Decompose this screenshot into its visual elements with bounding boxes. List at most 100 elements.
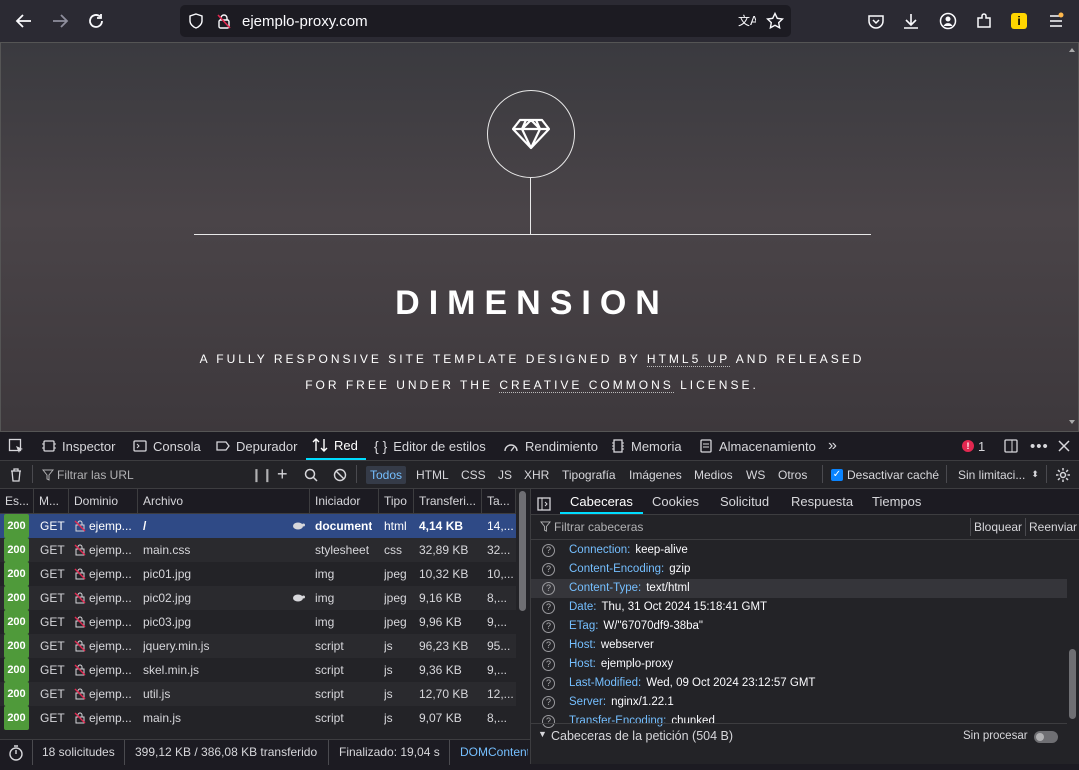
error-counter[interactable]: ! 1 (962, 432, 985, 460)
table-row[interactable]: 200 GET ejemp... skel.min.js script js 9,36 KB… (0, 658, 516, 682)
trash-icon[interactable] (9, 461, 23, 488)
header-row[interactable]: ? ETag: W/"67070df9-38ba" (531, 617, 1067, 636)
block-button[interactable]: Bloquear (974, 520, 1022, 534)
throttling-select[interactable]: Sin limitaci... ⬍ (958, 461, 1039, 488)
table-row[interactable]: 200 GET ejemp... pic01.jpg img jpeg 10,32 KB 10… (0, 562, 516, 586)
table-row[interactable]: 200 GET ejemp... main.css stylesheet css 32,89… (0, 538, 516, 562)
more-tabs-chevron-icon[interactable]: » (828, 432, 837, 460)
close-icon[interactable] (1058, 432, 1070, 460)
help-icon[interactable]: ? (542, 620, 555, 633)
menu-icon[interactable] (1045, 10, 1067, 32)
column-size[interactable]: Ta... (482, 489, 516, 513)
resend-button[interactable]: Reenviar (1029, 520, 1077, 534)
pause-icon[interactable]: ❙❙ (251, 461, 273, 488)
help-icon[interactable]: ? (542, 544, 555, 557)
extension-badge-icon[interactable]: i (1008, 10, 1030, 32)
help-icon[interactable]: ? (542, 677, 555, 690)
help-icon[interactable]: ? (542, 696, 555, 709)
pocket-icon[interactable] (865, 10, 887, 32)
tab-performance[interactable]: Rendimiento (503, 432, 598, 460)
more-options-icon[interactable]: ••• (1030, 432, 1049, 460)
block-requests-icon[interactable] (333, 461, 347, 488)
url-filter-input[interactable]: Filtrar las URL (57, 461, 134, 488)
column-method[interactable]: M... (34, 489, 69, 513)
headers-scrollbar[interactable] (1069, 649, 1076, 719)
help-icon[interactable]: ? (542, 639, 555, 652)
reload-icon[interactable] (84, 9, 108, 33)
type-filter-js[interactable]: JS (494, 466, 516, 484)
type-filter-other[interactable]: Otros (774, 466, 811, 484)
toggle-sidebar-icon[interactable] (537, 494, 551, 511)
extensions-icon[interactable] (973, 10, 995, 32)
disable-cache-checkbox[interactable]: ✓ Desactivar caché (831, 461, 939, 488)
tab-headers[interactable]: Cabeceras (560, 489, 643, 514)
headers-filter-input[interactable]: Filtrar cabeceras (554, 520, 643, 534)
header-row[interactable]: ? Host: webserver (531, 636, 1067, 655)
header-row[interactable]: ? Content-Type: text/html (531, 579, 1067, 598)
type-filter-ws[interactable]: WS (742, 466, 769, 484)
header-row[interactable]: ? Host: ejemplo-proxy (531, 655, 1067, 674)
help-icon[interactable]: ? (542, 582, 555, 595)
element-picker-icon[interactable] (8, 432, 24, 460)
tab-memory[interactable]: Memoria (611, 432, 682, 460)
table-row[interactable]: 200 GET ejemp... util.js script js 12,70 KB 12,… (0, 682, 516, 706)
tab-cookies[interactable]: Cookies (652, 489, 699, 514)
type-filter-html[interactable]: HTML (412, 466, 453, 484)
creative-commons-link[interactable]: CREATIVE COMMONS (499, 378, 674, 393)
column-file[interactable]: Archivo (138, 489, 310, 513)
back-arrow-icon[interactable] (12, 9, 36, 33)
gear-icon[interactable] (1055, 461, 1071, 488)
html5up-link[interactable]: HTML5 UP (646, 352, 731, 367)
url-bar[interactable]: ejemplo-proxy.com 文A (180, 5, 791, 37)
header-row[interactable]: ? Date: Thu, 31 Oct 2024 15:18:41 GMT (531, 598, 1067, 617)
table-row[interactable]: 200 GET ejemp... / document html 4,14 KB 14,... (0, 514, 516, 538)
tab-style-editor[interactable]: { } Editor de estilos (374, 432, 486, 460)
type-filter-fonts[interactable]: Tipografía (558, 466, 620, 484)
performance-analysis-icon[interactable] (8, 740, 24, 765)
header-row[interactable]: ? Last-Modified: Wed, 09 Oct 2024 23:12:57… (531, 674, 1067, 693)
raw-toggle-switch[interactable] (1034, 731, 1058, 743)
type-filter-all[interactable]: Todos (366, 466, 407, 484)
tab-network[interactable]: Red (306, 432, 366, 460)
request-headers-section[interactable]: ▼ Cabeceras de la petición (504 B) Sin p… (531, 723, 1067, 748)
column-domain[interactable]: Dominio (69, 489, 138, 513)
column-status[interactable]: Es... (0, 489, 34, 513)
table-scrollbar[interactable] (519, 491, 526, 611)
dock-side-icon[interactable] (1004, 432, 1018, 460)
header-row[interactable]: ? Content-Encoding: gzip (531, 560, 1067, 579)
bookmark-star-icon[interactable] (765, 11, 785, 35)
column-type[interactable]: Tipo (379, 489, 414, 513)
tab-request[interactable]: Solicitud (720, 489, 769, 514)
help-icon[interactable]: ? (542, 601, 555, 614)
account-icon[interactable] (937, 10, 959, 32)
tab-debugger[interactable]: Depurador (216, 432, 297, 460)
page-scrollbar[interactable] (1068, 46, 1076, 428)
table-row[interactable]: 200 GET ejemp... pic02.jpg img jpeg 9,16 KB 8,.… (0, 586, 516, 610)
type-filter-media[interactable]: Medios (690, 466, 737, 484)
table-row[interactable]: 200 GET ejemp... jquery.min.js script js 96,23… (0, 634, 516, 658)
column-initiator[interactable]: Iniciador (310, 489, 379, 513)
search-icon[interactable] (304, 461, 318, 488)
type-filter-css[interactable]: CSS (457, 466, 490, 484)
column-transferred[interactable]: Transferi... (414, 489, 482, 513)
tab-response[interactable]: Respuesta (791, 489, 853, 514)
tab-storage[interactable]: Almacenamiento (699, 432, 816, 460)
forward-arrow-icon[interactable] (48, 9, 72, 33)
type-filter-xhr[interactable]: XHR (520, 466, 553, 484)
add-request-icon[interactable]: + (277, 461, 288, 488)
insecure-lock-icon[interactable] (216, 13, 232, 34)
tab-timings[interactable]: Tiempos (872, 489, 921, 514)
help-icon[interactable]: ? (542, 658, 555, 671)
url-text[interactable]: ejemplo-proxy.com (242, 13, 368, 30)
download-icon[interactable] (900, 10, 922, 32)
table-row[interactable]: 200 GET ejemp... pic03.jpg img jpeg 9,96 KB 9,.… (0, 610, 516, 634)
table-row[interactable]: 200 GET ejemp... main.js script js 9,07 KB 8,..… (0, 706, 516, 730)
header-row[interactable]: ? Server: nginx/1.22.1 (531, 693, 1067, 712)
translate-icon[interactable]: 文A (738, 13, 759, 34)
shield-icon[interactable] (188, 13, 204, 34)
type-filter-images[interactable]: Imágenes (625, 466, 686, 484)
tab-inspector[interactable]: Inspector (42, 432, 115, 460)
tab-console[interactable]: Consola (133, 432, 201, 460)
header-row[interactable]: ? Connection: keep-alive (531, 541, 1067, 560)
help-icon[interactable]: ? (542, 563, 555, 576)
